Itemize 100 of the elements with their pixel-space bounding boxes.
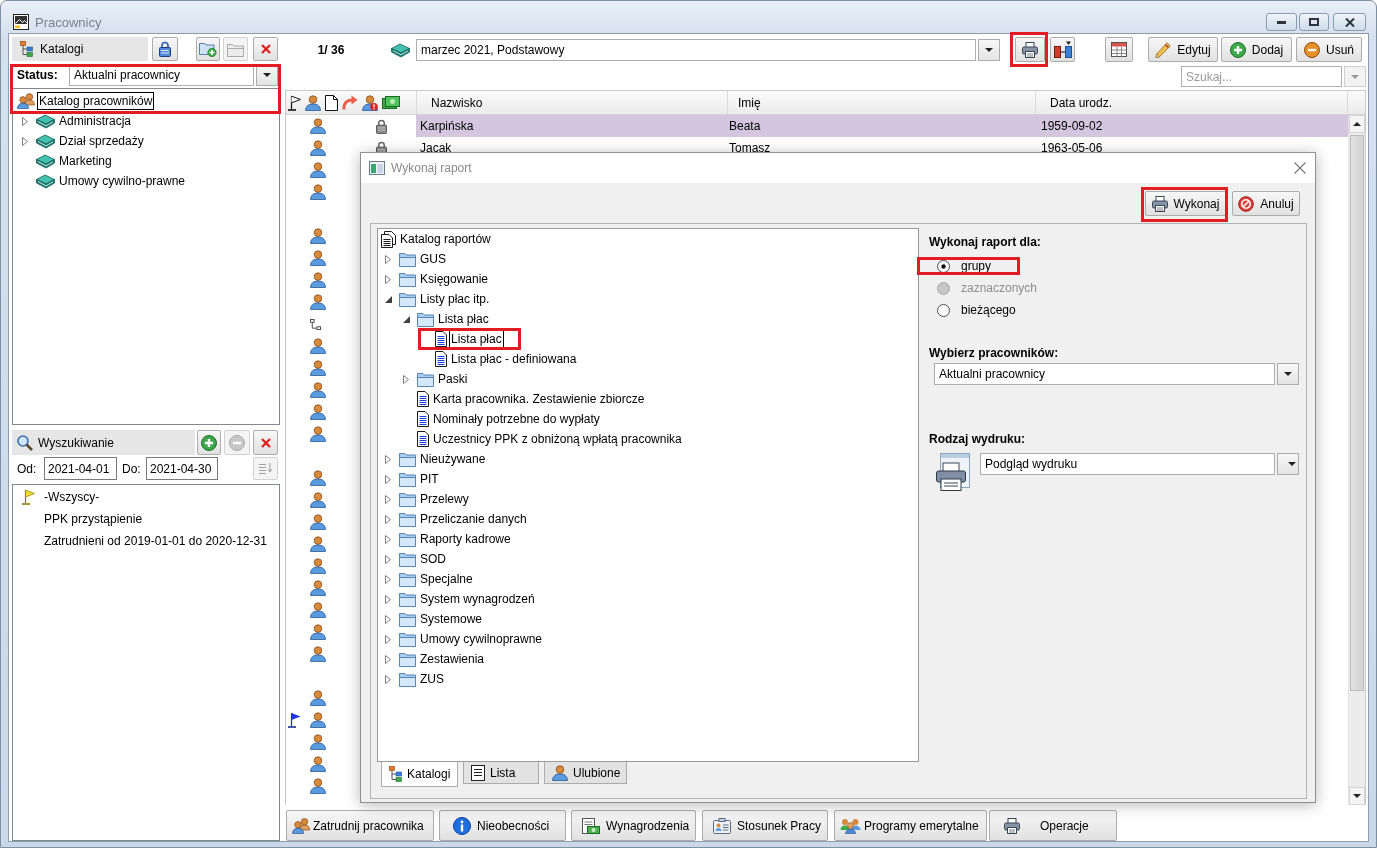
tree-item[interactable]: Systemowe xyxy=(399,609,485,629)
minimize-button[interactable] xyxy=(1266,13,1297,31)
date-label: Od: xyxy=(16,461,38,476)
list-sort-icon xyxy=(258,462,273,475)
tree-item[interactable]: Paski xyxy=(417,369,470,389)
run-button[interactable]: Wykonaj xyxy=(1145,191,1226,216)
edit-button[interactable]: Edytuj xyxy=(1148,37,1218,62)
folder-icon xyxy=(227,41,244,57)
dropdown-button[interactable] xyxy=(978,38,1000,61)
scroll-down-button[interactable] xyxy=(1349,787,1365,805)
tab[interactable]: Ulubione xyxy=(544,762,627,784)
add-button[interactable] xyxy=(197,430,221,455)
period-dropdown[interactable]: marzec 2021, Podstawowy xyxy=(416,38,976,61)
transfer-button[interactable] xyxy=(1050,37,1075,62)
scroll-thumb[interactable] xyxy=(1350,135,1364,691)
table-cell-text: Beata xyxy=(728,118,762,135)
printer-icon xyxy=(1151,195,1168,212)
tree-item[interactable]: Nominały potrzebne do wypłaty xyxy=(417,409,602,429)
folder-icon xyxy=(399,671,416,687)
output-dropdown[interactable]: Podgląd wydruku xyxy=(980,453,1275,475)
document-icon xyxy=(417,431,429,447)
columns-button[interactable] xyxy=(1105,37,1133,62)
table-cell-text: 1963-05-06 xyxy=(1040,140,1104,157)
close-icon xyxy=(1344,17,1355,27)
column-header[interactable]: Nazwisko xyxy=(416,91,728,114)
search-field[interactable]: Szukaj... xyxy=(1181,66,1342,87)
delete-button[interactable] xyxy=(253,430,278,455)
curved-arrow-icon xyxy=(342,95,358,110)
maximize-button[interactable] xyxy=(1299,13,1329,31)
tree-item[interactable]: Umowy cywilnoprawne xyxy=(399,629,545,649)
tree-item[interactable]: Uczestnicy PPK z obniżoną wpłatą pracownika xyxy=(417,429,684,449)
dropdown-button[interactable] xyxy=(1277,453,1299,475)
lock-button[interactable] xyxy=(152,37,178,61)
close-button[interactable] xyxy=(1333,13,1366,31)
tree-item[interactable]: Lista płac - definiowana xyxy=(435,349,579,369)
dropdown-button[interactable] xyxy=(1277,363,1299,385)
tree-item[interactable]: ZUS xyxy=(399,669,446,689)
tree-item[interactable]: Przeliczanie danych xyxy=(399,509,529,529)
tree-item[interactable]: Raporty kadrowe xyxy=(399,529,513,549)
scrollbar[interactable] xyxy=(1348,115,1365,805)
padlock-icon xyxy=(159,41,171,57)
column-header[interactable]: Imię xyxy=(728,91,1036,114)
transfer-icon xyxy=(1053,40,1072,59)
info-icon xyxy=(453,816,471,835)
folder-icon xyxy=(399,271,416,287)
tree-item[interactable]: Specjalne xyxy=(399,569,475,589)
tab[interactable]: Lista xyxy=(463,762,539,784)
tree-item[interactable]: GUS xyxy=(399,249,448,269)
window-title: Pracownicy xyxy=(35,14,103,30)
tree-item[interactable]: PIT xyxy=(399,469,441,489)
tab[interactable]: Katalogi xyxy=(381,762,458,787)
date-field[interactable]: 2021-04-01 xyxy=(44,457,117,480)
caret-icon xyxy=(985,47,993,52)
table-row[interactable]: Karpińska Beata 1959-09-02 xyxy=(416,115,1348,137)
tree-item[interactable]: Katalog raportów xyxy=(381,229,493,249)
hierarchy-icon xyxy=(389,766,402,782)
employees-dropdown[interactable]: Aktualni pracownicy xyxy=(934,363,1275,385)
tree-item[interactable]: Listy płac itp. xyxy=(399,289,492,309)
module-button[interactable]: Nieobecności xyxy=(439,810,566,841)
person-alert-icon xyxy=(362,94,378,111)
scroll-up-button[interactable] xyxy=(1349,115,1365,133)
caret-icon xyxy=(263,73,271,77)
tree-item[interactable]: Nieużywane xyxy=(399,449,488,469)
tree-item[interactable]: Marketing xyxy=(36,151,114,171)
list-item[interactable]: PPK przystąpienie xyxy=(13,508,143,530)
tree-item[interactable]: Przelewy xyxy=(399,489,471,509)
list-item[interactable]: -Wszyscy- xyxy=(13,486,100,508)
module-button[interactable]: Programy emerytalne xyxy=(834,810,987,841)
column-header[interactable]: Data urodz. xyxy=(1036,91,1348,114)
tree-item[interactable]: Karta pracownika. Zestawienie zbiorcze xyxy=(417,389,647,409)
cross-icon xyxy=(260,44,271,54)
module-button[interactable]: Stosunek Pracy xyxy=(702,810,828,841)
tree-item[interactable]: Lista płac xyxy=(417,309,491,329)
new-folder-button[interactable] xyxy=(196,37,220,61)
module-button[interactable]: Zatrudnij pracownika xyxy=(286,810,434,841)
cancel-button[interactable]: Anuluj xyxy=(1232,191,1300,216)
flag-icon xyxy=(288,94,301,111)
folder-icon xyxy=(399,531,416,547)
tree-item[interactable]: Księgowanie xyxy=(399,269,491,289)
tree-item[interactable]: Administracja xyxy=(36,111,134,131)
printer-icon xyxy=(1004,817,1020,834)
section-label: Rodzaj wydruku: xyxy=(929,431,1025,447)
tree-item[interactable]: Umowy cywilno-prawne xyxy=(36,171,188,191)
tree-item[interactable]: SOD xyxy=(399,549,448,569)
tree-item[interactable]: Dział sprzedaży xyxy=(36,131,146,151)
folder-icon xyxy=(399,471,416,487)
delete-button[interactable] xyxy=(253,37,278,61)
add-button[interactable]: Dodaj xyxy=(1221,37,1292,62)
delete-button[interactable]: Usuń xyxy=(1296,37,1362,62)
document-icon xyxy=(435,351,447,367)
radio-option[interactable]: bieżącego xyxy=(937,299,1016,321)
module-button[interactable]: Operacje xyxy=(989,810,1117,841)
module-button[interactable]: Wynagrodzenia xyxy=(571,810,696,841)
document-icon xyxy=(417,411,429,427)
list-item[interactable]: Zatrudnieni od 2019-01-01 do 2020-12-31 xyxy=(13,530,267,552)
tree-item[interactable]: Zestawienia xyxy=(399,649,487,669)
status-label: Status: xyxy=(16,68,59,82)
tree-item[interactable]: System wynagrodzeń xyxy=(399,589,537,609)
date-field[interactable]: 2021-04-30 xyxy=(146,457,218,480)
folder-icon xyxy=(417,311,434,327)
